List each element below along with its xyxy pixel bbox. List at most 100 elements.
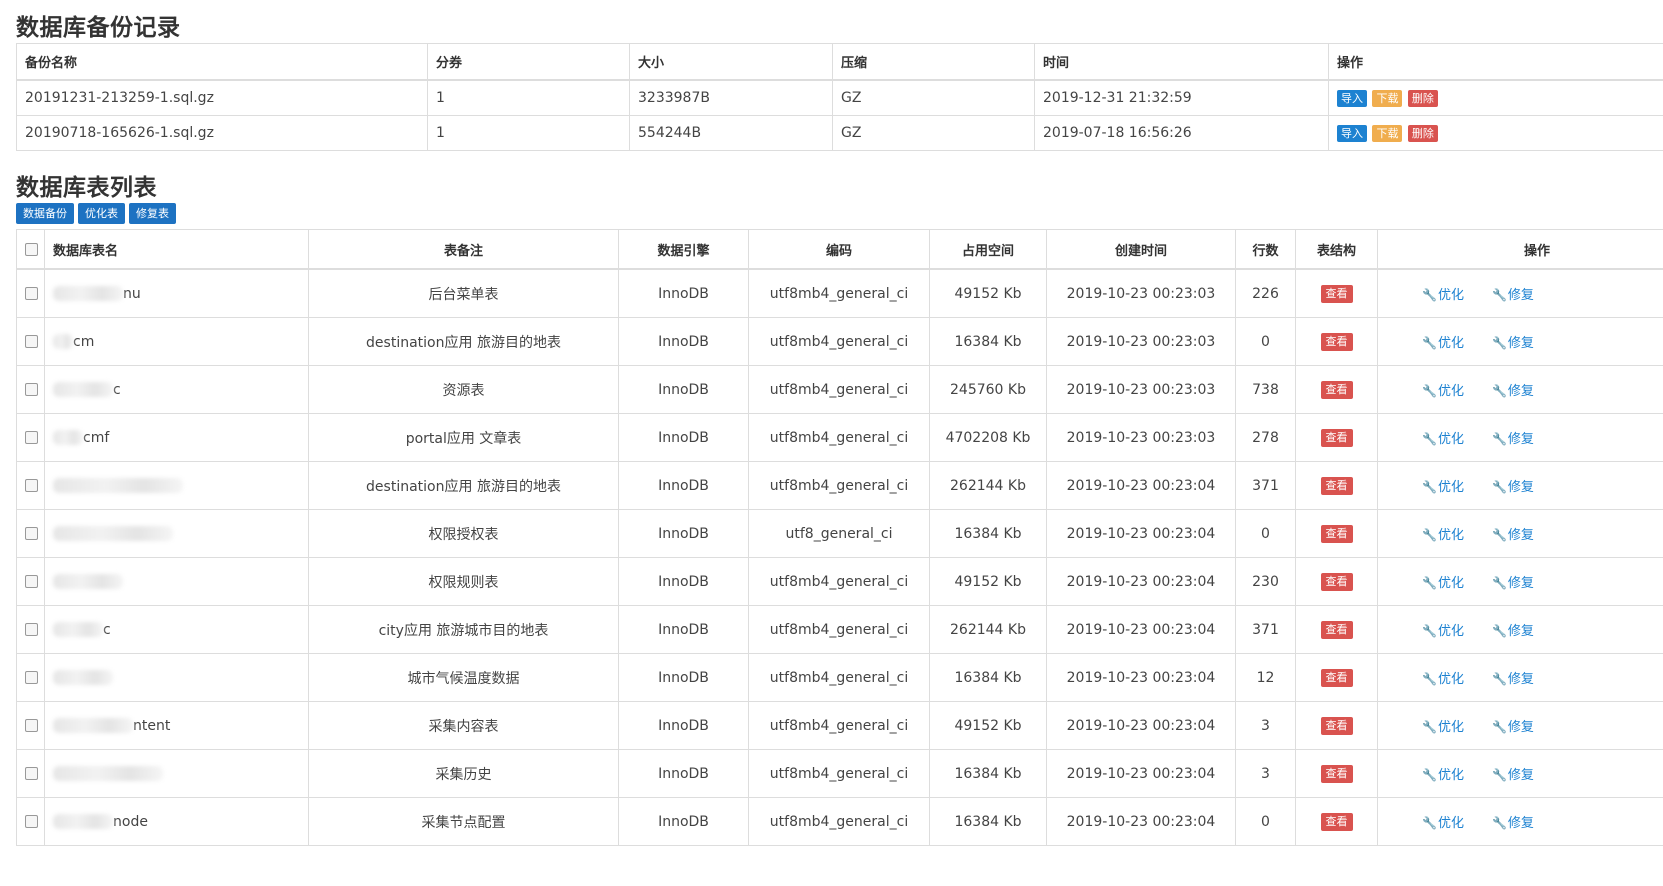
table-row: c city应用 旅游城市目的地表 InnoDB utf8mb4_general_ci… [16,605,1663,654]
table-charset: utf8mb4_general_ci [748,653,930,702]
optimize-link[interactable]: 🔧优化 [1422,624,1464,639]
optimize-link[interactable]: 🔧优化 [1422,576,1464,591]
table-comment: destination应用 旅游目的地表 [308,461,619,510]
col-compress: 压缩 [832,43,1035,81]
table-engine: InnoDB [618,413,749,462]
table-created: 2019-10-23 00:23:04 [1046,509,1236,558]
repair-label: 修复 [1507,816,1534,831]
col-operations: 操作 [1377,229,1663,270]
row-checkbox[interactable] [25,431,38,444]
table-space: 49152 Kb [929,701,1047,750]
row-checkbox[interactable] [25,719,38,732]
row-checkbox[interactable] [25,815,38,828]
repair-link[interactable]: 🔧修复 [1492,480,1534,495]
optimize-link[interactable]: 🔧优化 [1422,768,1464,783]
optimize-link[interactable]: 🔧优化 [1422,480,1464,495]
optimize-link[interactable]: 🔧优化 [1422,432,1464,447]
view-structure-button[interactable]: 查看 [1320,524,1353,543]
wrench-icon: 🔧 [1491,720,1507,734]
repair-link[interactable]: 🔧修复 [1492,768,1534,783]
repair-link[interactable]: 🔧修复 [1492,672,1534,687]
row-select-cell [16,797,45,846]
view-structure-button[interactable]: 查看 [1320,764,1353,783]
row-checkbox[interactable] [25,623,38,636]
repair-link[interactable]: 🔧修复 [1492,432,1534,447]
view-structure-button[interactable]: 查看 [1320,572,1353,591]
wrench-icon: 🔧 [1491,624,1507,638]
repair-link[interactable]: 🔧修复 [1492,336,1534,351]
wrench-icon: 🔧 [1422,624,1437,638]
wrench-icon: 🔧 [1491,432,1507,446]
backup-part: 1 [427,115,630,151]
table-name: cm [44,317,309,366]
row-checkbox[interactable] [25,767,38,780]
optimize-link[interactable]: 🔧优化 [1422,816,1464,831]
repair-link[interactable]: 🔧修复 [1492,720,1534,735]
view-structure-button[interactable]: 查看 [1320,812,1353,831]
view-structure-button[interactable]: 查看 [1320,380,1353,399]
view-structure-button[interactable]: 查看 [1320,668,1353,687]
row-checkbox[interactable] [25,287,38,300]
table-structure-cell: 查看 [1295,557,1378,606]
optimize-link[interactable]: 🔧优化 [1422,672,1464,687]
optimize-label: 优化 [1437,624,1464,639]
data-backup-button[interactable]: 数据备份 [16,203,74,224]
table-created: 2019-10-23 00:23:03 [1046,317,1236,366]
table-engine: InnoDB [618,653,749,702]
repair-label: 修复 [1507,288,1534,303]
delete-button[interactable]: 删除 [1407,89,1438,107]
repair-link[interactable]: 🔧修复 [1492,624,1534,639]
table-operations: 🔧优化 🔧修复 [1377,461,1663,510]
table-rows: 230 [1235,557,1296,606]
repair-link[interactable]: 🔧修复 [1492,384,1534,399]
table-charset: utf8mb4_general_ci [748,557,930,606]
delete-button[interactable]: 删除 [1407,124,1438,142]
table-row: cm destination应用 旅游目的地表 InnoDB utf8mb4_gene… [16,317,1663,366]
row-checkbox[interactable] [25,575,38,588]
download-button[interactable]: 下载 [1372,124,1403,142]
table-created: 2019-10-23 00:23:04 [1046,557,1236,606]
import-button[interactable]: 导入 [1337,89,1367,107]
download-button[interactable]: 下载 [1372,89,1403,107]
select-all-checkbox[interactable] [25,242,38,256]
col-engine: 数据引擎 [618,229,749,270]
row-select-cell [16,701,45,750]
view-structure-button[interactable]: 查看 [1320,284,1353,303]
view-structure-button[interactable]: 查看 [1320,716,1353,735]
repair-label: 修复 [1507,528,1534,543]
optimize-link[interactable]: 🔧优化 [1422,336,1464,351]
row-checkbox[interactable] [25,383,38,396]
view-structure-button[interactable]: 查看 [1320,476,1353,495]
row-checkbox[interactable] [25,527,38,540]
repair-label: 修复 [1507,576,1534,591]
view-structure-button[interactable]: 查看 [1320,332,1353,351]
view-structure-button[interactable]: 查看 [1320,428,1353,447]
optimize-link[interactable]: 🔧优化 [1422,720,1464,735]
row-checkbox[interactable] [25,671,38,684]
row-checkbox[interactable] [25,335,38,348]
table-name: cmf [44,413,309,462]
import-button[interactable]: 导入 [1337,124,1367,142]
optimize-link[interactable]: 🔧优化 [1422,288,1464,303]
table-rows: 12 [1235,653,1296,702]
optimize-link[interactable]: 🔧优化 [1422,528,1464,543]
optimize-link[interactable]: 🔧优化 [1422,384,1464,399]
table-created: 2019-10-23 00:23:04 [1046,797,1236,846]
repair-link[interactable]: 🔧修复 [1492,528,1534,543]
row-select-cell [16,413,45,462]
optimize-tables-button[interactable]: 优化表 [78,203,125,224]
repair-link[interactable]: 🔧修复 [1492,816,1534,831]
table-space: 16384 Kb [929,509,1047,558]
redacted-name [53,382,113,397]
repair-link[interactable]: 🔧修复 [1492,576,1534,591]
table-name-visible: c [113,381,121,398]
view-structure-button[interactable]: 查看 [1320,620,1353,639]
table-name [44,653,309,702]
repair-link[interactable]: 🔧修复 [1492,288,1534,303]
table-comment: destination应用 旅游目的地表 [308,317,619,366]
repair-tables-button[interactable]: 修复表 [129,203,176,224]
row-checkbox[interactable] [25,479,38,492]
table-charset: utf8mb4_general_ci [748,605,930,654]
wrench-icon: 🔧 [1422,816,1437,830]
table-operations: 🔧优化 🔧修复 [1377,749,1663,798]
